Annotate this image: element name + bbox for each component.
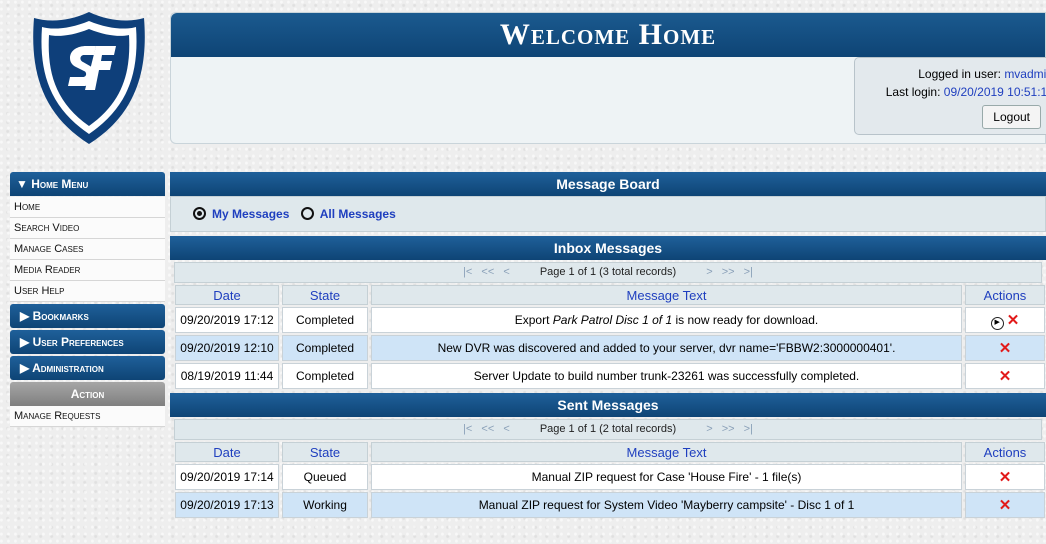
inbox-page-info: Page 1 of 1 (3 total records)	[539, 266, 677, 278]
login-info-box: Logged in user: mvadmin Last login: 09/2…	[854, 57, 1046, 135]
table-row: 08/19/2019 11:44 Completed Server Update…	[175, 363, 1045, 389]
sidebar-item-search-video[interactable]: Search Video	[10, 218, 165, 239]
prev-page-icon[interactable]: <	[503, 266, 509, 278]
row-date: 08/19/2019 11:44	[175, 363, 279, 389]
row-date: 09/20/2019 17:14	[175, 464, 279, 490]
inbox-messages-title: Inbox Messages	[170, 236, 1046, 260]
last-login-value: 09/20/2019 10:51:11	[943, 85, 1046, 99]
row-state: Completed	[282, 363, 368, 389]
message-text-pre: Export	[514, 313, 553, 327]
column-header-message-text[interactable]: Message Text	[371, 285, 962, 305]
message-board-title: Message Board	[170, 172, 1046, 196]
row-state: Working	[282, 492, 368, 518]
bookmarks-header[interactable]: ▶ Bookmarks	[10, 304, 165, 328]
sf-logo	[30, 8, 148, 148]
inbox-pager: |< << < Page 1 of 1 (3 total records) > …	[174, 262, 1042, 283]
sent-messages-title: Sent Messages	[170, 393, 1046, 417]
row-actions: ✕	[965, 492, 1045, 518]
table-row: 09/20/2019 17:12 Completed Export Park P…	[175, 307, 1045, 333]
prev-page-group-icon[interactable]: <<	[481, 266, 494, 278]
play-icon[interactable]: ▶	[990, 316, 1004, 330]
first-page-icon[interactable]: |<	[463, 266, 472, 278]
sidebar-item-manage-requests[interactable]: Manage Requests	[10, 406, 165, 427]
row-message-text: New DVR was discovered and added to your…	[371, 335, 962, 361]
row-state: Completed	[282, 335, 368, 361]
radio-selected-icon	[193, 207, 206, 220]
sent-table: Date State Message Text Actions 09/20/20…	[172, 440, 1046, 520]
radio-unselected-icon	[300, 207, 314, 220]
sidebar-item-manage-cases[interactable]: Manage Cases	[10, 239, 165, 260]
my-messages-label: My Messages	[212, 207, 290, 221]
last-page-icon[interactable]: >|	[744, 266, 753, 278]
row-actions: ✕	[965, 335, 1045, 361]
sidebar: ▼ Home Menu Home Search Video Manage Cas…	[10, 172, 165, 427]
delete-icon[interactable]: ✕	[999, 368, 1012, 385]
prev-page-icon[interactable]: <	[503, 423, 509, 435]
next-page-group-icon[interactable]: >>	[722, 266, 735, 278]
home-menu-header[interactable]: ▼ Home Menu	[10, 172, 165, 196]
all-messages-label: All Messages	[319, 207, 396, 221]
row-message-text: Server Update to build number trunk-2326…	[371, 363, 962, 389]
my-messages-radio[interactable]: My Messages	[193, 197, 289, 231]
last-login: Last login: 09/20/2019 10:51:11	[861, 83, 1046, 101]
delete-icon[interactable]: ✕	[999, 340, 1012, 357]
column-header-actions: Actions	[965, 442, 1045, 462]
column-header-state[interactable]: State	[282, 442, 368, 462]
message-text-title: Park Patrol Disc 1 of 1	[552, 313, 673, 327]
next-page-group-icon[interactable]: >>	[722, 423, 735, 435]
logout-button[interactable]: Logout	[982, 105, 1041, 129]
sidebar-item-user-help[interactable]: User Help	[10, 281, 165, 302]
delete-icon[interactable]: ✕	[999, 497, 1012, 514]
administration-header[interactable]: ▶ Administration	[10, 356, 165, 380]
row-date: 09/20/2019 17:13	[175, 492, 279, 518]
message-text-post: is now ready for download.	[672, 313, 819, 327]
row-actions: ✕	[965, 363, 1045, 389]
sent-page-info: Page 1 of 1 (2 total records)	[539, 423, 677, 435]
last-page-icon[interactable]: >|	[744, 423, 753, 435]
logged-in-user: Logged in user: mvadmin	[861, 65, 1046, 83]
row-message-text: Manual ZIP request for Case 'House Fire'…	[371, 464, 962, 490]
next-page-icon[interactable]: >	[706, 423, 712, 435]
message-filter: My Messages All Messages	[170, 196, 1046, 232]
row-message-text: Manual ZIP request for System Video 'May…	[371, 492, 962, 518]
row-message-text: Export Park Patrol Disc 1 of 1 is now re…	[371, 307, 962, 333]
row-state: Queued	[282, 464, 368, 490]
row-state: Completed	[282, 307, 368, 333]
sidebar-item-home[interactable]: Home	[10, 197, 165, 218]
column-header-state[interactable]: State	[282, 285, 368, 305]
inbox-table: Date State Message Text Actions 09/20/20…	[172, 283, 1046, 391]
next-page-icon[interactable]: >	[706, 266, 712, 278]
last-login-label: Last login:	[885, 85, 941, 99]
column-header-date[interactable]: Date	[175, 442, 279, 462]
row-actions: ✕	[965, 464, 1045, 490]
page-title: Welcome Home	[171, 13, 1045, 57]
logged-in-user-label: Logged in user:	[918, 67, 1001, 81]
logged-in-user-value: mvadmin	[1004, 67, 1046, 81]
column-header-message-text[interactable]: Message Text	[371, 442, 962, 462]
prev-page-group-icon[interactable]: <<	[481, 423, 494, 435]
action-header: Action	[10, 382, 165, 406]
table-row: 09/20/2019 12:10 Completed New DVR was d…	[175, 335, 1045, 361]
sidebar-item-media-reader[interactable]: Media Reader	[10, 260, 165, 281]
first-page-icon[interactable]: |<	[463, 423, 472, 435]
row-date: 09/20/2019 17:12	[175, 307, 279, 333]
all-messages-radio[interactable]: All Messages	[300, 197, 396, 231]
main-content: Message Board My Messages All Messages I…	[170, 172, 1046, 520]
delete-icon[interactable]: ✕	[999, 469, 1012, 486]
column-header-actions: Actions	[965, 285, 1045, 305]
header-panel: Welcome Home Logged in user: mvadmin Las…	[170, 12, 1046, 144]
delete-icon[interactable]: ✕	[1007, 312, 1020, 329]
row-date: 09/20/2019 12:10	[175, 335, 279, 361]
user-preferences-header[interactable]: ▶ User Preferences	[10, 330, 165, 354]
table-row: 09/20/2019 17:14 Queued Manual ZIP reque…	[175, 464, 1045, 490]
table-row: 09/20/2019 17:13 Working Manual ZIP requ…	[175, 492, 1045, 518]
row-actions: ▶ ✕	[965, 307, 1045, 333]
column-header-date[interactable]: Date	[175, 285, 279, 305]
sent-pager: |< << < Page 1 of 1 (2 total records) > …	[174, 419, 1042, 440]
